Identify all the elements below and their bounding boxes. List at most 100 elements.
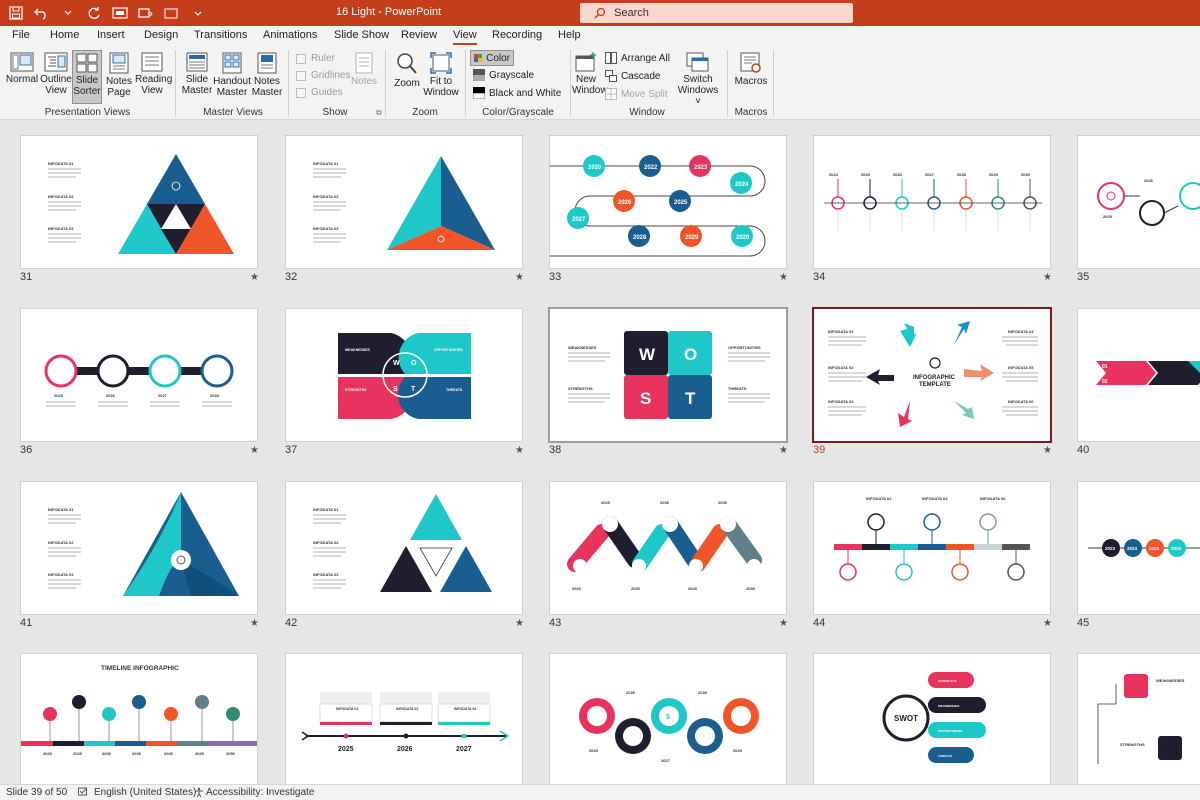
slide-thumbnail-49[interactable]: SWOT STRENGTHS WEAKNESSES OPPORTUNITIES …	[813, 653, 1051, 784]
guides-checkbox[interactable]: Guides	[296, 87, 343, 98]
black-and-white-button[interactable]: Black and White	[473, 87, 561, 99]
dialog-launcher-icon[interactable]: ⧉	[376, 108, 382, 118]
switch-windows-icon	[686, 52, 709, 72]
proofing-icon[interactable]	[78, 787, 88, 800]
tab-design[interactable]: Design	[144, 29, 178, 41]
infodata-01-label: INFODATA 01	[313, 161, 339, 166]
tab-insert[interactable]: Insert	[97, 29, 125, 41]
slide-thumbnail-46[interactable]: TIMELINE INFOGRAPHIC 2020 2025 2030 2035…	[20, 653, 258, 784]
slide-thumbnail-31[interactable]: INFODATA 01 INFODATA 02 INFODATA 03	[20, 135, 258, 269]
separator	[570, 50, 571, 116]
save-icon[interactable]	[6, 3, 26, 23]
slide-master-button[interactable]: Slide Master	[180, 52, 214, 96]
separator	[773, 50, 774, 116]
customize-qat-icon[interactable]	[188, 3, 208, 23]
star-icon: ★	[779, 272, 788, 283]
slide-sorter-button[interactable]: Slide Sorter	[72, 50, 102, 104]
handout-master-button[interactable]: Handout Master	[213, 52, 251, 98]
slide-thumbnail-41[interactable]: INFODATA 01 INFODATA 02 INFODATA 03	[20, 481, 258, 615]
undo-icon[interactable]	[32, 3, 52, 23]
year-label: 2029	[989, 172, 999, 177]
accessibility-status[interactable]: Accessibility: Investigate	[206, 787, 314, 798]
fit-to-window-label: Fit to Window	[423, 76, 459, 98]
present-icon[interactable]	[110, 3, 130, 23]
separator	[288, 50, 289, 116]
macros-button[interactable]: Macros	[733, 52, 769, 87]
color-button[interactable]: Color	[470, 50, 514, 66]
swot-pill-infographic: SWOT STRENGTHS WEAKNESSES OPPORTUNITIES …	[882, 672, 986, 763]
checkbox-box	[296, 87, 306, 98]
tab-recording[interactable]: Recording	[492, 29, 542, 41]
year-label: 2027	[925, 172, 935, 177]
notes-master-label: Notes Master	[251, 76, 283, 98]
slide-thumbnail-36[interactable]: 2025 2026 2027 2028	[20, 308, 258, 442]
tab-file[interactable]: File	[12, 29, 30, 41]
slide-thumbnail-34[interactable]: 2024 2025 2026 2027 2028 2029 2030	[813, 135, 1051, 269]
tab-animations[interactable]: Animations	[263, 29, 317, 41]
slide-thumbnail-32[interactable]: INFODATA 01 INFODATA 02 INFODATA 03	[285, 135, 523, 269]
slide-thumbnail-47[interactable]: INFODATA 01 INFODATA 02 INFODATA 03 2025…	[285, 653, 523, 784]
circle-steps-infographic: 2025 2026 2027 2028	[44, 354, 234, 407]
move-split-button[interactable]: Move Split	[605, 88, 668, 100]
swot-circle-infographic: WEAKNESSES OPPORTUNITIES STRENGTHS THREA…	[338, 333, 471, 419]
s-letter: S	[640, 389, 651, 408]
notes-button[interactable]: Notes	[350, 52, 378, 87]
circle-timeline-infographic: 2023 2024 2025 2026	[1088, 539, 1200, 557]
slide-thumbnail-43[interactable]: 2025 2035 2045 2020 2030 2040 2050	[549, 481, 787, 615]
slide-thumbnail-40[interactable]: 01 02	[1077, 308, 1200, 442]
dropdown-arrow-icon[interactable]	[58, 3, 78, 23]
slide-thumbnail-38[interactable]: WEAKNESSES STRENGTHS OPPORTUNITIES THREA…	[548, 307, 788, 443]
group-color-grayscale: Color/Grayscale	[482, 107, 554, 118]
arrange-all-button[interactable]: Arrange All	[605, 52, 670, 64]
weaknesses-label: WEAKNESSES	[1156, 678, 1185, 683]
tab-slide-show[interactable]: Slide Show	[334, 29, 389, 41]
cascade-label: Cascade	[621, 70, 661, 82]
star-icon: ★	[779, 618, 788, 629]
slide-thumbnail-42[interactable]: INFODATA 01 INFODATA 02 INFODATA 03	[285, 481, 523, 615]
gridlines-checkbox[interactable]: Gridlines	[296, 70, 350, 81]
search-box[interactable]: Search	[580, 3, 853, 23]
normal-view-button[interactable]: Normal	[4, 52, 40, 85]
zoom-button[interactable]: Zoom	[390, 52, 424, 89]
outline-view-button[interactable]: Outline View	[40, 52, 72, 96]
year-label: 2028	[210, 393, 220, 398]
snake-timeline-infographic: 2020 2022 2023 2024 2026 2025 2027 2028 …	[550, 155, 766, 257]
notes-page-button[interactable]: Notes Page	[104, 52, 134, 98]
grayscale-swatch-icon	[473, 69, 485, 81]
slide-thumbnail-39-selected[interactable]: INFODATA 01 INFODATA 02 INFODATA 03 INFO…	[812, 307, 1052, 443]
w-letter: W	[393, 360, 400, 367]
switch-windows-button[interactable]: Switch Windows ˅	[676, 52, 720, 107]
grayscale-button[interactable]: Grayscale	[473, 69, 534, 81]
infodata-01-label: INFODATA 01	[336, 707, 358, 711]
slide-thumbnail-37[interactable]: WEAKNESSES OPPORTUNITIES STRENGTHS THREA…	[285, 308, 523, 442]
cascade-button[interactable]: Cascade	[605, 70, 660, 82]
ruler-checkbox[interactable]: Ruler	[296, 53, 335, 64]
timeline-infographic-title: TIMELINE INFOGRAPHIC	[101, 665, 179, 672]
tab-home[interactable]: Home	[50, 29, 79, 41]
slide-thumbnail-45[interactable]: 2023 2024 2025 2026	[1077, 481, 1200, 615]
infodata-02-label: INFODATA 02	[866, 496, 892, 501]
infodata-03-label: INFODATA 03	[313, 572, 339, 577]
accessibility-icon[interactable]	[194, 787, 204, 800]
slide-thumbnail-44[interactable]: INFODATA 02 INFODATA 04 INFODATA 06	[813, 481, 1051, 615]
reading-view-button[interactable]: Reading View	[135, 52, 172, 96]
group-presentation-views: Presentation Views	[44, 107, 131, 118]
tab-view[interactable]: View	[453, 29, 477, 45]
slide-thumbnail-33[interactable]: 2020 2022 2023 2024 2026 2025 2027 2028 …	[549, 135, 787, 269]
format-icon[interactable]	[136, 3, 156, 23]
new-window-button[interactable]: New Window	[572, 52, 608, 96]
fit-to-window-button[interactable]: Fit to Window	[422, 52, 460, 98]
shape-icon[interactable]	[162, 3, 182, 23]
slide-thumbnail-50[interactable]: WEAKNESSES STRENGTHS	[1077, 653, 1200, 784]
group-show: Show	[322, 107, 348, 118]
arrange-all-label: Arrange All	[621, 52, 670, 64]
tab-help[interactable]: Help	[558, 29, 581, 41]
slide-thumbnail-35[interactable]: 2025 2026	[1077, 135, 1200, 269]
language-status[interactable]: English (United States)	[94, 787, 196, 798]
tab-transitions[interactable]: Transitions	[194, 29, 247, 41]
notes-master-button[interactable]: Notes Master	[250, 52, 284, 98]
redo-icon[interactable]	[84, 3, 104, 23]
tab-review[interactable]: Review	[401, 29, 437, 41]
slide-thumbnail-48[interactable]: 2026 2028 $ 2025 2027 2029	[549, 653, 787, 784]
year-label: 2025	[73, 751, 83, 756]
